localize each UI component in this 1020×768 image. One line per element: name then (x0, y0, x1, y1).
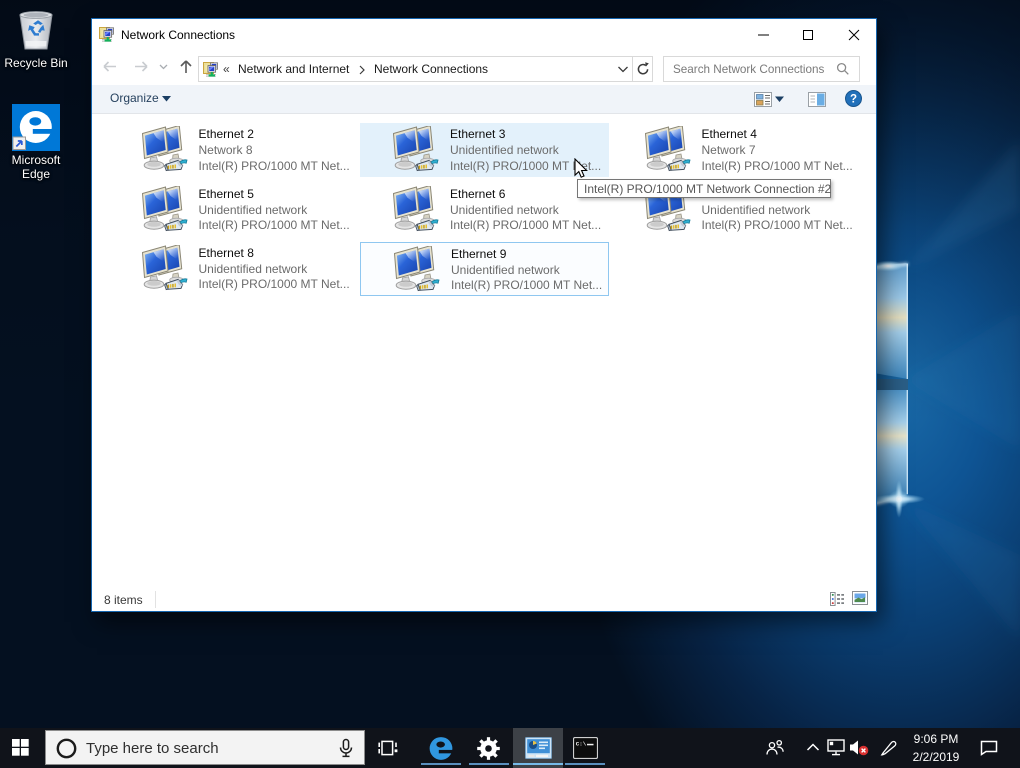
svg-text:C:\: C:\ (576, 740, 587, 747)
svg-text:?: ? (850, 94, 857, 106)
